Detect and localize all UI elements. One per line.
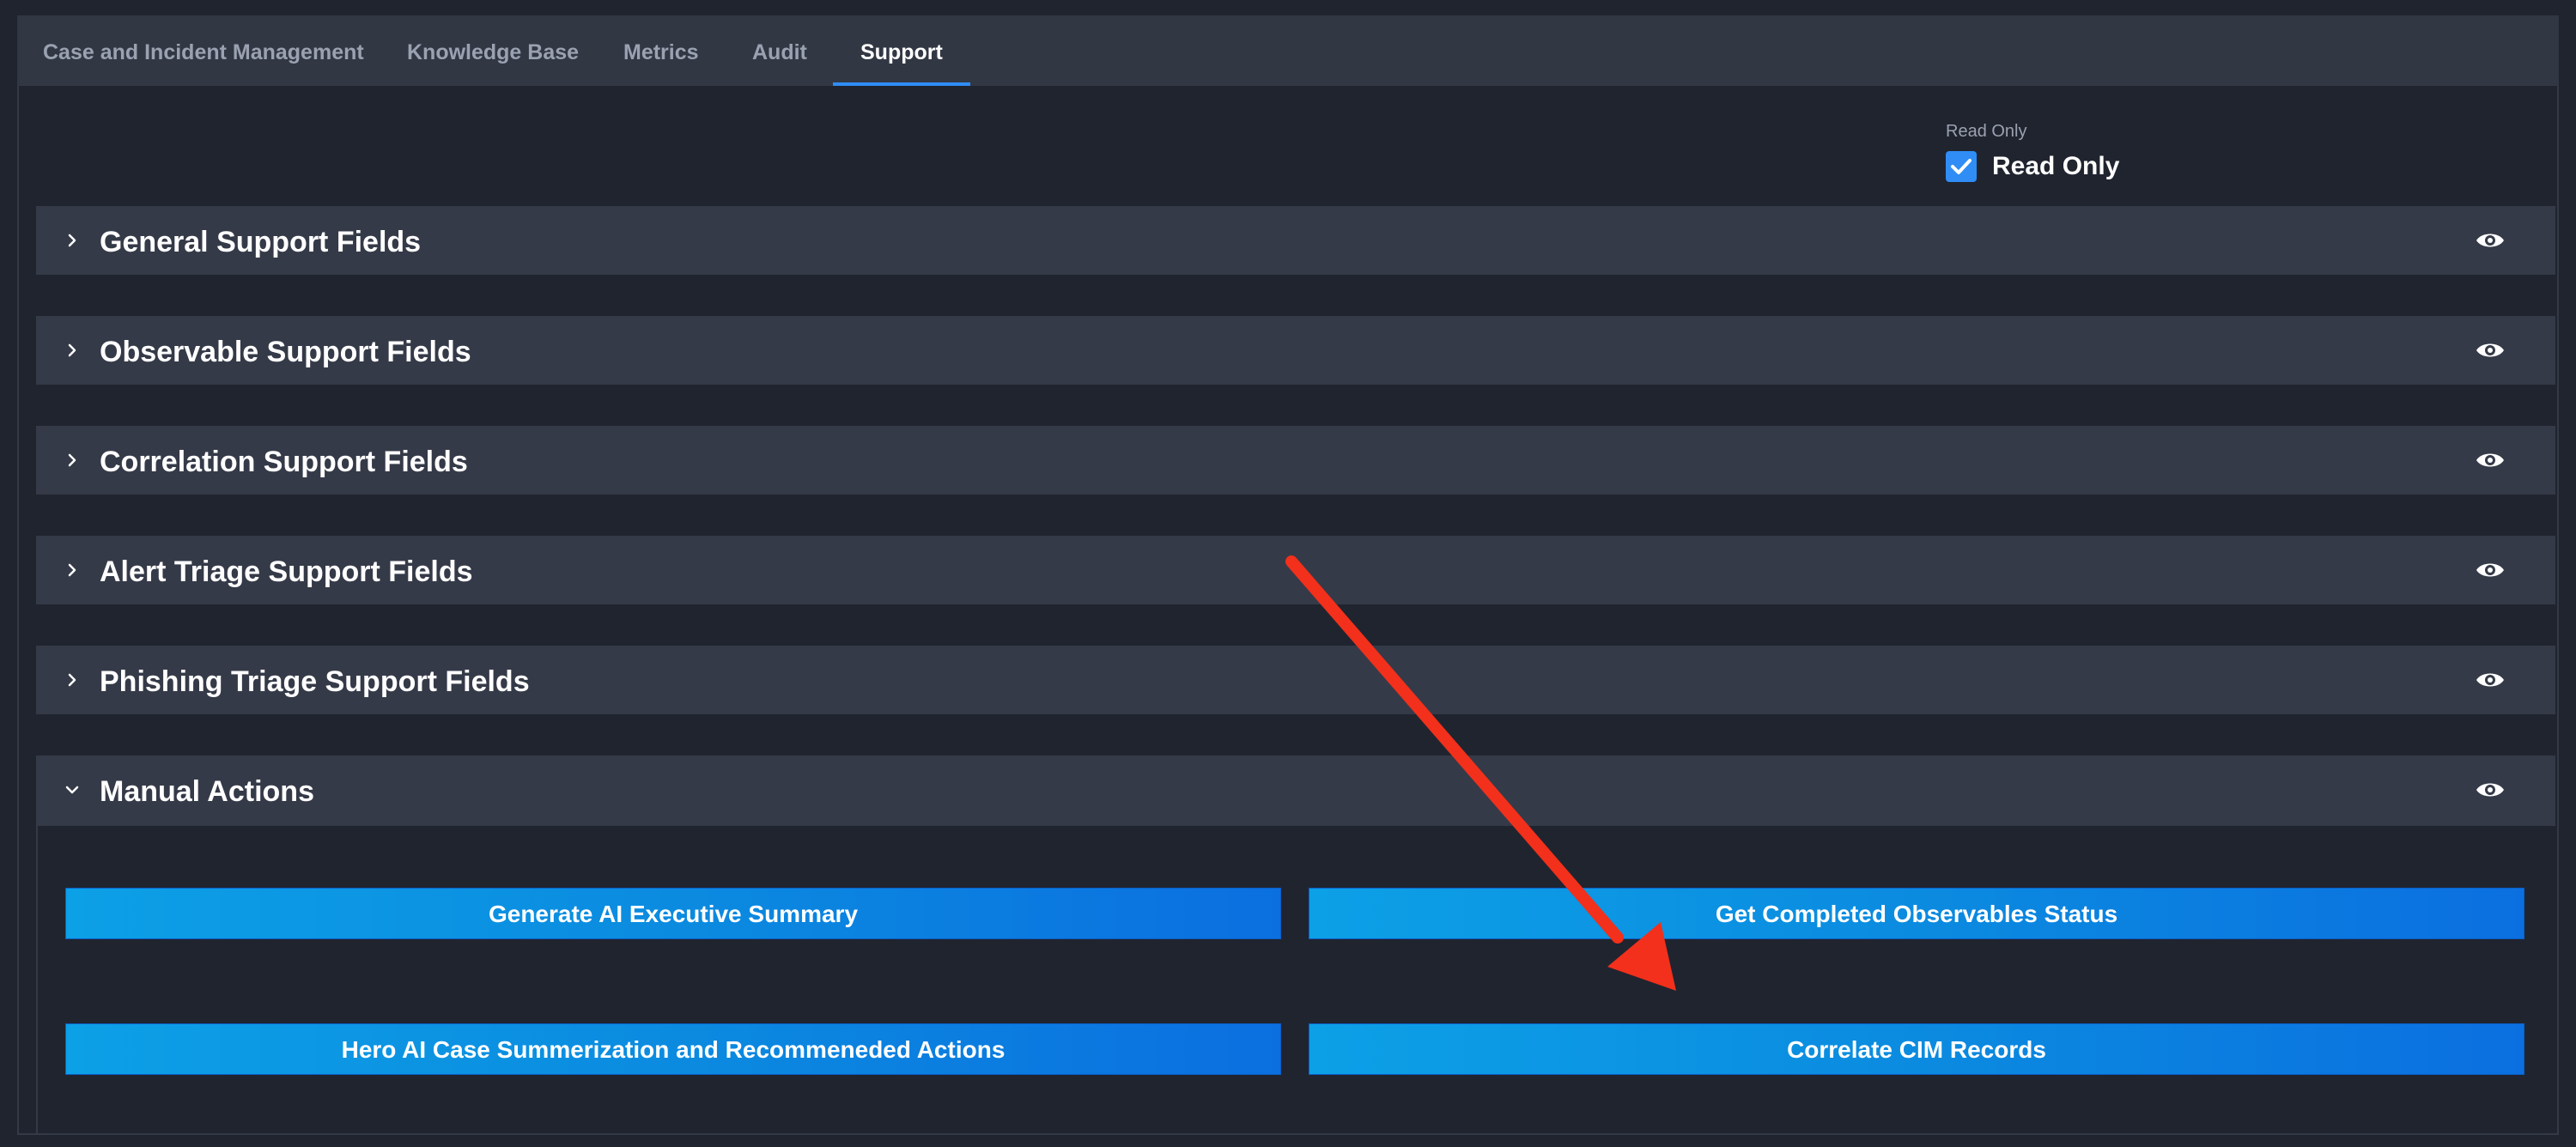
chevron-right-icon [68, 563, 76, 577]
read-only-checkbox[interactable] [1946, 151, 1977, 182]
section-title: Correlation Support Fields [100, 446, 468, 478]
read-only-label: Read Only [1992, 152, 2120, 180]
section-title: General Support Fields [100, 226, 422, 258]
chevron-right-icon [68, 343, 76, 357]
section-general-support-fields[interactable]: General Support Fields [36, 206, 2555, 275]
chevron-down-icon [65, 786, 79, 794]
tab-metrics[interactable]: Metrics [623, 15, 699, 86]
tab-knowledge-base[interactable]: Knowledge Base [407, 15, 579, 86]
get-completed-observables-status-button[interactable]: Get Completed Observables Status [1309, 888, 2524, 939]
eye-icon[interactable] [2475, 446, 2506, 474]
section-manual-actions[interactable]: Manual Actions [36, 756, 2555, 826]
read-only-caption: Read Only [1946, 122, 2027, 141]
hero-ai-case-summarization-button[interactable]: Hero AI Case Summerization and Recommene… [65, 1023, 1281, 1075]
chevron-right-icon [68, 234, 76, 247]
section-alert-triage-support-fields[interactable]: Alert Triage Support Fields [36, 536, 2555, 604]
section-observable-support-fields[interactable]: Observable Support Fields [36, 316, 2555, 385]
section-correlation-support-fields[interactable]: Correlation Support Fields [36, 426, 2555, 495]
tab-case-and-incident-management[interactable]: Case and Incident Management [43, 15, 364, 86]
correlate-cim-records-button[interactable]: Correlate CIM Records [1309, 1023, 2524, 1075]
section-title: Alert Triage Support Fields [100, 555, 473, 588]
eye-icon[interactable] [2475, 337, 2506, 364]
generate-ai-executive-summary-button[interactable]: Generate AI Executive Summary [65, 888, 1281, 939]
chevron-right-icon [68, 453, 76, 467]
eye-icon[interactable] [2475, 556, 2506, 584]
section-title: Manual Actions [100, 775, 314, 808]
manual-actions-panel [36, 826, 2557, 1133]
tab-audit[interactable]: Audit [752, 15, 807, 86]
tab-support[interactable]: Support [833, 15, 970, 86]
chevron-right-icon [68, 673, 76, 687]
support-page: Case and Incident Management Knowledge B… [0, 0, 2576, 1147]
eye-icon[interactable] [2475, 227, 2506, 254]
tab-bar: Case and Incident Management Knowledge B… [17, 15, 2559, 86]
eye-icon[interactable] [2475, 776, 2506, 804]
eye-icon[interactable] [2475, 666, 2506, 694]
section-phishing-triage-support-fields[interactable]: Phishing Triage Support Fields [36, 646, 2555, 714]
section-title: Observable Support Fields [100, 336, 471, 368]
checkmark-icon [1951, 159, 1971, 174]
section-title: Phishing Triage Support Fields [100, 665, 530, 698]
